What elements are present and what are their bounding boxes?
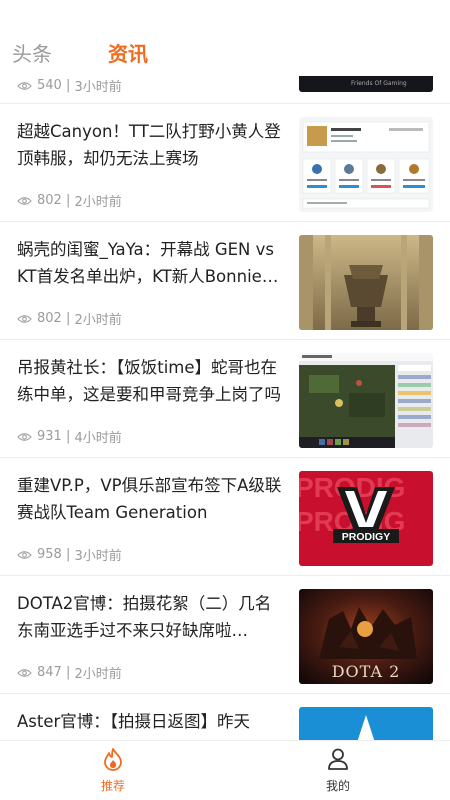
lol-profile-screenshot-image	[299, 117, 433, 212]
view-count: 847	[37, 665, 62, 680]
svg-text:PRODIGY: PRODIGY	[342, 531, 390, 543]
news-title: Aster官博：【拍摄日返图】昨天@DOTA2 各项职业选手们...	[17, 712, 251, 740]
news-item[interactable]: 吊报黄社长：【饭饭time】蛇哥也在练中单，这是要和甲哥竞争上岗了吗 931 |…	[0, 340, 450, 458]
news-item[interactable]: 重建VP.P，VP俱乐部宣布签下A级联赛战队Team Generation 95…	[0, 458, 450, 576]
time-ago: 2小时前	[74, 195, 122, 210]
time-ago: 3小时前	[74, 80, 122, 95]
news-title: DOTA2官博：拍摄花絮（二）几名东南亚选手过不来只好缺席啦@iG.Dota2	[17, 594, 272, 640]
news-thumbnail	[299, 707, 433, 740]
news-thumbnail	[299, 353, 433, 448]
news-item[interactable]: Aster官博：【拍摄日返图】昨天@DOTA2 各项职业选手们...	[0, 694, 450, 740]
nav-home-button[interactable]: 推荐	[83, 747, 143, 794]
flame-icon	[104, 748, 122, 771]
news-item-meta: 958 | 3小时前	[17, 545, 122, 564]
news-title: 吊报黄社长：【饭饭time】蛇哥也在练中单，这是要和甲哥竞争上岗了吗	[17, 358, 281, 404]
dota2-gameplay-screenshot-image	[299, 353, 433, 448]
time-ago: 4小时前	[74, 431, 122, 446]
svg-text:DOTA 2: DOTA 2	[332, 662, 401, 681]
view-count: 931	[37, 429, 62, 444]
tab-headlines[interactable]: 头条	[12, 38, 52, 67]
vp-prodigy-logo-image: PRODIG PRODIG PRODIGY	[299, 471, 433, 566]
eye-icon	[17, 668, 32, 677]
news-item[interactable]: DOTA2官博：拍摄花絮（二）几名东南亚选手过不来只好缺席啦@iG.Dota2 …	[0, 576, 450, 694]
eye-icon	[17, 81, 32, 90]
news-item[interactable]: 超越Canyon！TT二队打野小黄人登顶韩服，却仍无法上赛场 802 | 2小时…	[0, 104, 450, 222]
bottom-nav: 推荐 我的	[0, 740, 450, 800]
tab-news[interactable]: 资讯	[108, 38, 148, 67]
eye-icon	[17, 432, 32, 441]
news-item-meta: 931 | 4小时前	[17, 427, 122, 446]
news-thumbnail	[299, 117, 433, 212]
eye-icon	[17, 314, 32, 323]
view-count: 802	[37, 193, 62, 208]
user-icon	[328, 748, 348, 770]
news-thumbnail	[299, 235, 433, 330]
news-item[interactable]: 蜗壳的闺蜜_YaYa：开幕战 GEN vs KT首发名单出炉，KT新人Bonni…	[0, 222, 450, 340]
news-thumbnail: DOTA 2	[299, 589, 433, 684]
news-title: 蜗壳的闺蜜_YaYa：开幕战 GEN vs KT首发名单出炉，KT新人Bonni…	[17, 240, 279, 286]
eye-icon	[17, 196, 32, 205]
time-ago: 2小时前	[74, 667, 122, 682]
view-count: 958	[37, 547, 62, 562]
news-item-meta: 802 | 2小时前	[17, 309, 122, 328]
view-count: 540	[37, 78, 62, 93]
thumbnail-caption: Friends Of Gaming	[351, 80, 407, 87]
news-feed: 540 | 3小时前 Friends Of Gaming 超越Canyon！TT…	[0, 0, 450, 740]
news-title: 超越Canyon！TT二队打野小黄人登顶韩服，却仍无法上赛场	[17, 122, 281, 168]
news-title: 重建VP.P，VP俱乐部宣布签下A级联赛战队Team Generation	[17, 476, 282, 522]
top-tab-bar: 头条 资讯	[0, 0, 450, 76]
time-ago: 3小时前	[74, 549, 122, 564]
time-ago: 2小时前	[74, 313, 122, 328]
news-item-meta: 847 | 2小时前	[17, 663, 122, 682]
dota2-key-art-image: DOTA 2	[299, 589, 433, 684]
news-thumbnail: PRODIG PRODIG PRODIGY	[299, 471, 433, 566]
nav-home-label: 推荐	[100, 779, 125, 793]
golden-trophy-hall-image	[299, 235, 433, 330]
nav-mine-button[interactable]: 我的	[308, 747, 368, 794]
nav-mine-label: 我的	[325, 779, 350, 793]
aster-logo-image	[299, 707, 433, 740]
view-count: 802	[37, 311, 62, 326]
news-item-meta: 802 | 2小时前	[17, 191, 122, 210]
eye-icon	[17, 550, 32, 559]
news-item-meta: 540 | 3小时前	[17, 76, 122, 95]
